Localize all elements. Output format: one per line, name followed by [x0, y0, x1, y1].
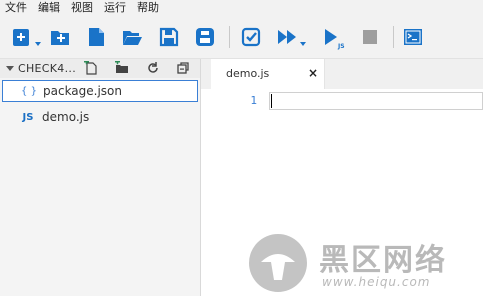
save-all-button[interactable] [193, 25, 217, 49]
close-icon[interactable]: × [308, 66, 318, 80]
new-project-icon [13, 29, 29, 46]
file-item-demo-js[interactable]: JS demo.js [2, 106, 198, 128]
watermark: 黑区网络 www.heiqu.com [247, 230, 483, 296]
save-all-icon [196, 28, 214, 46]
watermark-logo-icon [249, 234, 307, 292]
collapse-all-icon[interactable] [176, 61, 190, 75]
add-folder-icon[interactable] [115, 61, 129, 75]
add-file-icon[interactable] [84, 61, 98, 75]
text-cursor [271, 94, 272, 108]
run-all-dropdown-caret[interactable] [300, 42, 306, 46]
stop-icon [363, 30, 377, 44]
save-icon [159, 27, 179, 47]
tab-label: demo.js [226, 67, 270, 80]
save-button[interactable] [157, 25, 181, 49]
run-js-badge: JS [338, 43, 345, 50]
run-all-button[interactable] [275, 25, 299, 49]
menu-edit[interactable]: 编辑 [38, 0, 60, 16]
watermark-url: www.heiqu.com [322, 275, 431, 289]
menu-help[interactable]: 帮助 [137, 0, 159, 16]
file-item-package-json[interactable]: { } package.json [2, 80, 198, 102]
tab-demo-js[interactable]: demo.js × [211, 59, 325, 89]
collapse-arrow-icon[interactable] [6, 66, 14, 71]
project-title: CHECK4... [18, 62, 76, 75]
refresh-icon[interactable] [146, 61, 160, 75]
toolbar-separator [229, 26, 230, 48]
project-header[interactable]: CHECK4... [0, 59, 200, 78]
toolbar-separator [393, 26, 394, 48]
new-project-button[interactable] [10, 25, 34, 49]
new-file-button[interactable] [84, 25, 108, 49]
menu-file[interactable]: 文件 [5, 0, 27, 16]
open-folder-button[interactable] [120, 25, 144, 49]
run-all-icon [278, 30, 296, 44]
check-button[interactable] [239, 25, 263, 49]
stop-button[interactable] [358, 25, 382, 49]
file-name: package.json [43, 84, 123, 98]
new-folder-icon [51, 31, 69, 45]
terminal-button[interactable] [401, 25, 425, 49]
json-file-icon: { } [21, 85, 37, 97]
check-icon [241, 27, 261, 47]
editor-tab-bar: demo.js × [201, 59, 483, 89]
toolbar: JS [0, 16, 483, 59]
new-folder-button[interactable] [48, 25, 72, 49]
menu-view[interactable]: 视图 [71, 0, 93, 16]
terminal-icon [404, 29, 422, 45]
new-project-dropdown-caret[interactable] [35, 42, 41, 46]
file-name: demo.js [42, 110, 90, 124]
menu-bar: 文件 编辑 视图 运行 帮助 [0, 0, 483, 16]
menu-run[interactable]: 运行 [104, 0, 126, 16]
js-file-icon: JS [22, 111, 34, 123]
project-sidebar: CHECK4... { } package.json JS demo.js [0, 59, 201, 296]
line-number: 1 [250, 94, 257, 107]
open-folder-icon [123, 31, 142, 45]
new-file-icon [89, 28, 104, 46]
watermark-title: 黑区网络 [319, 243, 447, 278]
current-line-highlight [269, 92, 483, 110]
